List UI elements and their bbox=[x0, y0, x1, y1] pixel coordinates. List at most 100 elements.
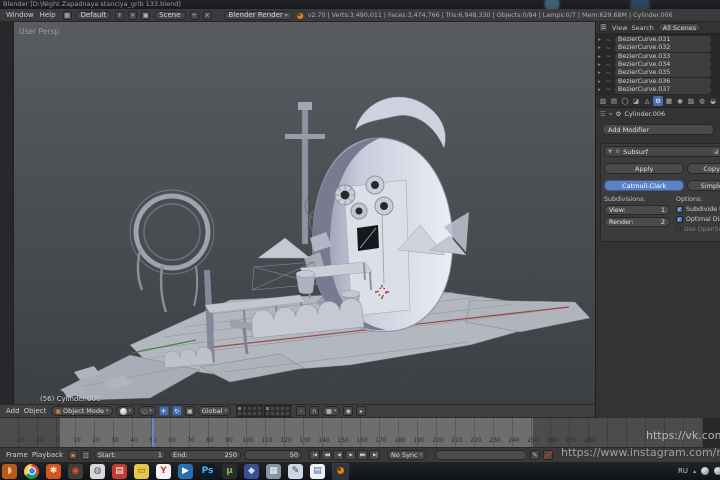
tray-icon-1[interactable] bbox=[701, 467, 709, 475]
tray-expand-icon[interactable]: ▴ bbox=[693, 468, 696, 475]
viewport-3d[interactable]: User Persp (56) Cylinder.006 bbox=[14, 22, 595, 404]
lock-icon[interactable]: ◦ bbox=[296, 406, 307, 416]
current-frame-field[interactable]: 50 bbox=[244, 450, 303, 460]
layers-widget[interactable] bbox=[236, 405, 292, 417]
render-engine-select[interactable]: Blender Render ▾ bbox=[223, 10, 293, 20]
outliner-item[interactable]: ▸ ~ BezierCurve.037 · · bbox=[598, 85, 718, 94]
properties-tab-1[interactable]: ▤ bbox=[609, 96, 619, 106]
transport-button-3[interactable]: ▶ bbox=[345, 450, 357, 460]
taskbar-icon-blender[interactable]: ◕ bbox=[333, 463, 348, 479]
taskbar-icon-media-reel[interactable]: ✱ bbox=[46, 463, 61, 479]
snap-magnet-icon[interactable]: ∩ bbox=[309, 406, 320, 416]
outliner-search-menu[interactable]: Search bbox=[631, 24, 653, 32]
taskbar-icon-player-red-eye[interactable]: ◉ bbox=[68, 463, 83, 479]
properties-tab-6[interactable]: ▦ bbox=[664, 96, 674, 106]
screen-layout-select[interactable]: Default bbox=[75, 10, 112, 20]
properties-tab-0[interactable]: ▥ bbox=[598, 96, 608, 106]
render-animation-icon[interactable]: ▸ bbox=[356, 406, 367, 416]
pivot-select[interactable]: ◌ ▾ bbox=[138, 406, 156, 416]
shading-select[interactable]: ▾ bbox=[115, 406, 136, 416]
properties-tab-5-modifiers[interactable]: ⚙ bbox=[653, 96, 663, 106]
modifier-render-toggle[interactable]: ◪ bbox=[713, 149, 718, 155]
scene-select[interactable]: Scene bbox=[154, 10, 186, 20]
render-subdivisions-field[interactable]: Render: 2 bbox=[604, 217, 670, 227]
subdivision-type-catmull[interactable]: Catmull-Clark bbox=[604, 180, 685, 191]
properties-tab-7[interactable]: ◉ bbox=[675, 96, 685, 106]
taskbar-icon-chrome[interactable] bbox=[24, 463, 39, 479]
menu-playback[interactable]: Playback bbox=[30, 451, 65, 459]
properties-tab-9[interactable]: ◍ bbox=[697, 96, 707, 106]
taskbar-icon-app-edge-cut[interactable]: ◗ bbox=[2, 463, 17, 479]
layer-dot-9[interactable] bbox=[257, 411, 263, 416]
outliner-display-filter[interactable]: All Scenes bbox=[657, 23, 702, 32]
render-opengl-icon[interactable]: ◉ bbox=[343, 406, 354, 416]
properties-tab-4[interactable]: ◬ bbox=[642, 96, 652, 106]
modifier-header[interactable]: ▼ ⚙ Subsurf ◪ ◉ × bbox=[604, 146, 720, 157]
outliner-item[interactable]: ▸ ~ BezierCurve.034 · · bbox=[598, 61, 718, 70]
frame-lock-icon[interactable]: ◻ bbox=[81, 450, 92, 460]
properties-tab-2[interactable]: ◯ bbox=[620, 96, 630, 106]
properties-tab-3[interactable]: ◪ bbox=[631, 96, 641, 106]
outliner-view-menu[interactable]: View bbox=[612, 24, 627, 32]
snap-element-select[interactable]: ▦ ▾ bbox=[322, 406, 341, 416]
apply-button[interactable]: Apply bbox=[604, 163, 685, 174]
menu-frame[interactable]: Frame bbox=[4, 451, 30, 459]
view-subdivisions-field[interactable]: View: 1 bbox=[604, 205, 670, 215]
menu-object[interactable]: Object bbox=[22, 407, 49, 415]
playhead[interactable] bbox=[152, 418, 154, 447]
end-frame-field[interactable]: End: 250 bbox=[169, 450, 242, 460]
language-indicator[interactable]: RU bbox=[678, 467, 688, 475]
taskbar-icon-notepad[interactable]: ▤ bbox=[310, 463, 325, 479]
outliner-item[interactable]: ▸ ~ BezierCurve.036 · · bbox=[598, 77, 718, 86]
taskbar-icon-utorrent[interactable]: µ bbox=[222, 463, 237, 479]
editor-icon[interactable]: ☰ bbox=[600, 110, 606, 118]
insert-keyframe-icon[interactable]: ✎ bbox=[530, 450, 541, 460]
taskbar-icon-document-red[interactable]: ▤ bbox=[112, 463, 127, 479]
keying-set-field[interactable] bbox=[435, 450, 528, 460]
taskbar-icon-explorer-folder[interactable]: ▭ bbox=[134, 463, 149, 479]
menu-help[interactable]: Help bbox=[37, 11, 59, 19]
properties-tab-10[interactable]: ◒ bbox=[708, 96, 718, 106]
delete-keyframe-icon[interactable] bbox=[543, 450, 554, 460]
taskbar-icon-photo-viewer[interactable]: ▦ bbox=[266, 463, 281, 479]
layers-group-2[interactable] bbox=[264, 405, 292, 417]
transport-button-4[interactable]: ▶▶ bbox=[357, 450, 369, 460]
manipulator-scale-button[interactable]: ▣ bbox=[184, 406, 195, 416]
editor-type-icon[interactable]: ▦ bbox=[62, 10, 72, 20]
sync-select[interactable]: No Sync ▾ bbox=[387, 450, 427, 460]
option-use-opensubdiv[interactable]: Use OpenSubdiv bbox=[676, 225, 720, 234]
transport-button-5[interactable]: ▶| bbox=[369, 450, 381, 460]
pin-icon[interactable]: ⌖ bbox=[609, 110, 613, 119]
timeline-ruler[interactable]: -20-100102030405060708090100110120130140… bbox=[0, 418, 703, 447]
menu-window[interactable]: Window bbox=[3, 11, 37, 19]
outliner-editor-icon[interactable]: ☰ bbox=[599, 23, 608, 32]
layers-group-1[interactable] bbox=[236, 405, 264, 417]
mode-select[interactable]: ▣ Object Mode ▾ bbox=[51, 406, 113, 416]
taskbar-icon-app-blue-dark[interactable]: ◆ bbox=[244, 463, 259, 479]
taskbar-icon-yandex-browser[interactable]: Y bbox=[156, 463, 171, 479]
transport-button-0[interactable]: |◀ bbox=[309, 450, 321, 460]
tray-icon-2[interactable] bbox=[714, 467, 720, 475]
option-optimal-display[interactable]: ✓Optimal Display bbox=[676, 215, 720, 224]
subdivision-type-simple[interactable]: Simple bbox=[687, 180, 720, 191]
menu-add[interactable]: Add bbox=[4, 407, 22, 415]
transport-button-1[interactable]: ◀◀ bbox=[321, 450, 333, 460]
outliner-item[interactable]: ▸ ~ BezierCurve.035 · · bbox=[598, 69, 718, 78]
properties-tab-8[interactable]: ▨ bbox=[686, 96, 696, 106]
taskbar-icon-paint-app[interactable]: ✎ bbox=[288, 463, 303, 479]
3d-scene[interactable] bbox=[14, 22, 595, 404]
taskbar-icon-media-player-blue[interactable]: ▶ bbox=[178, 463, 193, 479]
scene-delete-button[interactable]: × bbox=[202, 10, 212, 20]
preview-range-icon[interactable]: ▪ bbox=[68, 450, 79, 460]
collapse-icon[interactable]: ▼ bbox=[608, 149, 612, 155]
add-modifier-dropdown[interactable]: Add Modifier bbox=[602, 124, 714, 135]
orientation-select[interactable]: Global ▾ bbox=[197, 406, 232, 416]
option-subdivide-uvs[interactable]: ✓Subdivide UVs bbox=[676, 205, 720, 214]
taskbar-icon-app-grey[interactable]: ◍ bbox=[90, 463, 105, 479]
transport-button-2[interactable]: ◀ bbox=[333, 450, 345, 460]
taskbar-icon-photoshop[interactable]: Ps bbox=[200, 463, 215, 479]
layout-add-button[interactable]: + bbox=[115, 10, 125, 20]
layout-delete-button[interactable]: × bbox=[128, 10, 138, 20]
outliner-item[interactable]: ▸ ~ BezierCurve.031 · · bbox=[598, 36, 718, 45]
layer-dot-19[interactable] bbox=[285, 411, 291, 416]
